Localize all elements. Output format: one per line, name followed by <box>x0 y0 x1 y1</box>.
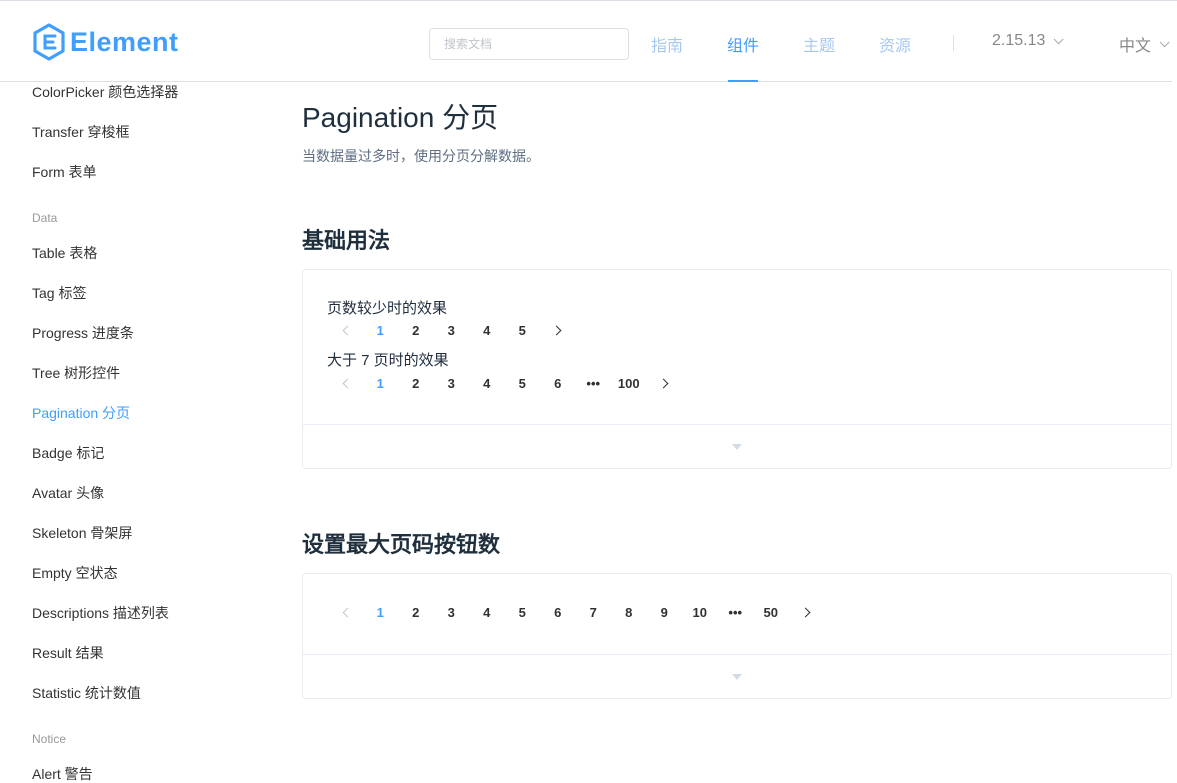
nav-resource[interactable]: 资源 <box>879 32 911 56</box>
section-title-basic: 基础用法 <box>302 228 391 253</box>
sidebar-item-avatar[interactable]: Avatar 头像 <box>32 483 104 503</box>
page-number[interactable]: 2 <box>398 370 434 398</box>
pagination-few-pages: 1 2 3 4 5 <box>327 317 576 345</box>
page-number[interactable]: 2 <box>398 317 434 345</box>
demo-expand-toggle[interactable] <box>303 424 1171 468</box>
sidebar-item-tag[interactable]: Tag 标签 <box>32 283 86 303</box>
demo-block-basic: 页数较少时的效果 1 2 3 4 5 大于 7 页时的效果 1 2 3 4 5 … <box>302 269 1172 469</box>
page-number[interactable]: 10 <box>682 599 718 627</box>
page-number[interactable]: 1 <box>363 370 399 398</box>
language-label: 中文 <box>1119 38 1152 55</box>
pagination-max-pager: 1 2 3 4 5 6 7 8 9 10 ••• 50 <box>327 599 824 627</box>
pagination-many-pages: 1 2 3 4 5 6 ••• 100 <box>327 370 682 398</box>
sidebar-item-pagination[interactable]: Pagination 分页 <box>32 403 130 423</box>
page-number[interactable]: 4 <box>469 599 505 627</box>
logo-text: Element <box>70 26 179 57</box>
sidebar-item-progress[interactable]: Progress 进度条 <box>32 323 134 343</box>
page-number[interactable]: 50 <box>753 599 789 627</box>
more-pages-ellipsis[interactable]: ••• <box>576 370 612 398</box>
page-number[interactable]: 3 <box>434 317 470 345</box>
language-dropdown[interactable]: 中文 <box>1119 32 1170 56</box>
nav-component[interactable]: 组件 <box>727 32 759 56</box>
nav-divider <box>953 35 954 51</box>
page-number[interactable]: 4 <box>469 317 505 345</box>
version-dropdown[interactable]: 2.15.13 <box>992 32 1064 50</box>
page-number[interactable]: 5 <box>505 370 541 398</box>
sidebar-item-statistic[interactable]: Statistic 统计数值 <box>32 683 141 703</box>
sidebar-item-form[interactable]: Form 表单 <box>32 162 97 182</box>
sidebar-item-empty[interactable]: Empty 空状态 <box>32 563 118 583</box>
sidebar-group-notice: Notice <box>32 732 67 746</box>
page-number[interactable]: 3 <box>434 370 470 398</box>
sidebar-item-badge[interactable]: Badge 标记 <box>32 443 104 463</box>
page-number[interactable]: 8 <box>611 599 647 627</box>
sidebar-item-alert[interactable]: Alert 警告 <box>32 764 93 783</box>
nav-theme[interactable]: 主题 <box>803 32 835 56</box>
page-number[interactable]: 5 <box>505 317 541 345</box>
sidebar-item-skeleton[interactable]: Skeleton 骨架屏 <box>32 523 132 543</box>
section-title-max-pager: 设置最大页码按钮数 <box>302 532 501 557</box>
demo-label-many-pages: 大于 7 页时的效果 <box>327 352 449 369</box>
caret-down-icon <box>732 443 742 450</box>
search-input[interactable] <box>429 28 629 60</box>
logo[interactable]: Element <box>32 23 179 61</box>
page-title: Pagination 分页 <box>302 102 499 133</box>
sidebar-group-data: Data <box>32 211 58 225</box>
page-number[interactable]: 1 <box>363 317 399 345</box>
sidebar-item-transfer[interactable]: Transfer 穿梭框 <box>32 122 130 142</box>
page-number[interactable]: 6 <box>540 599 576 627</box>
prev-page-button[interactable] <box>327 370 363 398</box>
page-number[interactable]: 6 <box>540 370 576 398</box>
page-number[interactable]: 7 <box>576 599 612 627</box>
demo-label-few-pages: 页数较少时的效果 <box>327 300 448 317</box>
more-pages-ellipsis[interactable]: ••• <box>718 599 754 627</box>
sidebar-item-result[interactable]: Result 结果 <box>32 643 104 663</box>
page-number[interactable]: 5 <box>505 599 541 627</box>
element-logo-icon <box>33 23 65 61</box>
nav-active-indicator <box>728 80 758 82</box>
prev-page-button[interactable] <box>327 317 363 345</box>
next-page-button[interactable] <box>540 317 576 345</box>
nav-guide[interactable]: 指南 <box>651 32 683 56</box>
page-number[interactable]: 100 <box>611 370 647 398</box>
demo-expand-toggle[interactable] <box>303 654 1171 698</box>
chevron-down-icon <box>1159 36 1170 47</box>
page-description: 当数据量过多时，使用分页分解数据。 <box>302 148 540 164</box>
sidebar-item-tree[interactable]: Tree 树形控件 <box>32 363 120 383</box>
prev-page-button[interactable] <box>327 599 363 627</box>
page-number[interactable]: 4 <box>469 370 505 398</box>
page-number[interactable]: 3 <box>434 599 470 627</box>
version-label: 2.15.13 <box>992 32 1046 49</box>
next-page-button[interactable] <box>647 370 683 398</box>
sidebar-item-colorpicker[interactable]: ColorPicker 颜色选择器 <box>32 82 178 102</box>
sidebar-item-descriptions[interactable]: Descriptions 描述列表 <box>32 603 169 623</box>
sidebar-item-table[interactable]: Table 表格 <box>32 243 97 263</box>
page-number[interactable]: 2 <box>398 599 434 627</box>
chevron-down-icon <box>1054 33 1064 44</box>
caret-down-icon <box>732 673 742 680</box>
next-page-button[interactable] <box>789 599 825 627</box>
demo-block-max-pager: 1 2 3 4 5 6 7 8 9 10 ••• 50 <box>302 573 1172 699</box>
page-number[interactable]: 1 <box>363 599 399 627</box>
header: Element 指南 组件 主题 资源 2.15.13 中文 <box>0 0 1172 82</box>
page-number[interactable]: 9 <box>647 599 683 627</box>
